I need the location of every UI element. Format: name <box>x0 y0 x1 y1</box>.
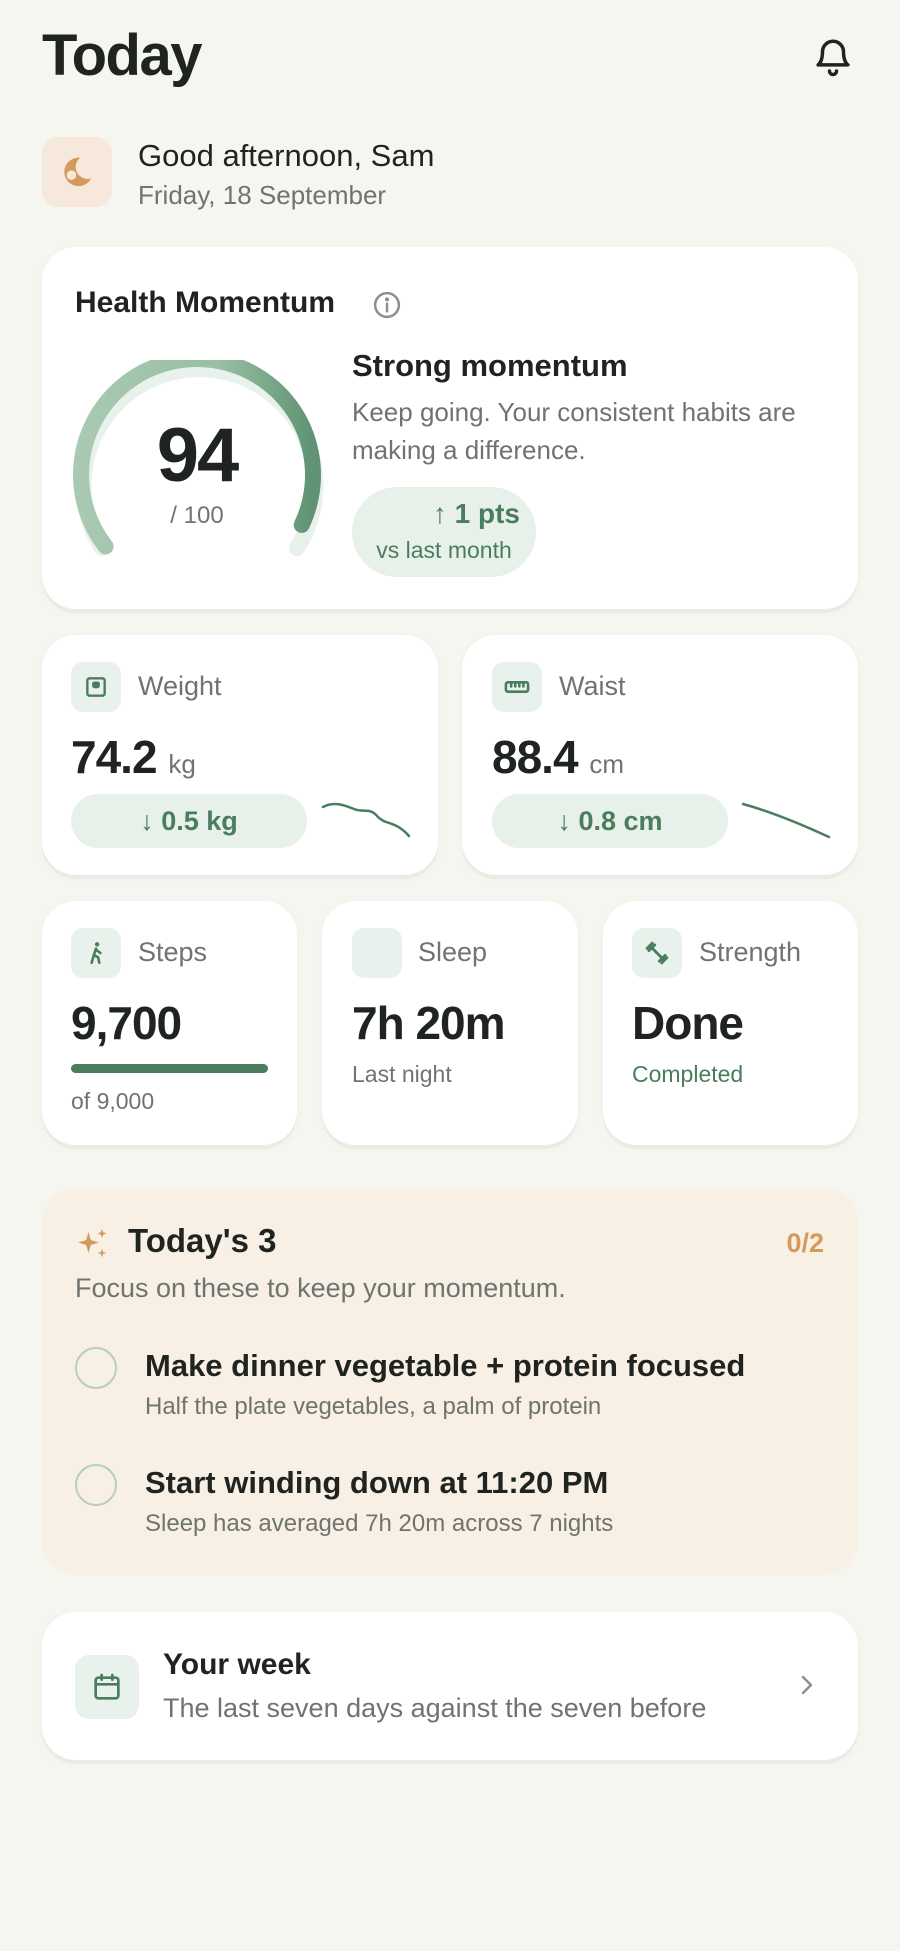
page-title: Today <box>42 23 203 88</box>
sleep-value: 7h 20m <box>352 997 506 1049</box>
sleep-sub: Last night <box>352 1061 452 1087</box>
waist-change: ↓ 0.8 cm <box>492 794 728 848</box>
weight-value: 74.2 kg <box>71 731 196 783</box>
strength-icon-box <box>632 928 682 978</box>
steps-icon-box <box>71 928 121 978</box>
momentum-score: 94 <box>156 413 240 498</box>
steps-sub: of 9,000 <box>71 1088 155 1114</box>
task-title[interactable]: Make dinner vegetable + protein focused <box>145 1348 745 1384</box>
dumbbell-icon <box>645 941 669 965</box>
waist-unit: cm <box>589 749 624 779</box>
task-sub: Sleep has averaged 7h 20m across 7 night… <box>145 1510 614 1537</box>
calendar-icon <box>94 1673 120 1700</box>
greeting-text: Good afternoon, Sam <box>138 138 435 173</box>
weight-label: Weight <box>138 671 222 701</box>
waist-sparkline <box>741 802 831 839</box>
week-sub: The last seven days against the seven be… <box>163 1693 707 1723</box>
task-sub: Half the plate vegetables, a palm of pro… <box>145 1393 602 1420</box>
health-momentum-title: Health Momentum <box>75 286 336 319</box>
momentum-status-title: Strong momentum <box>352 348 628 383</box>
steps-value: 9,700 <box>71 997 182 1049</box>
focus-count: 0/2 <box>786 1228 824 1258</box>
weight-unit: kg <box>168 749 196 779</box>
momentum-trend-value: ↑ 1 pts <box>432 498 520 529</box>
info-icon[interactable] <box>372 290 402 320</box>
sparkle-icon <box>78 1229 107 1258</box>
focus-desc: Focus on these to keep your momentum. <box>75 1273 566 1303</box>
week-icon-box <box>75 1655 139 1719</box>
ruler-icon <box>504 681 530 693</box>
steps-label: Steps <box>138 937 208 967</box>
weight-sparkline <box>321 802 411 838</box>
scale-icon <box>86 677 106 697</box>
steps-progress-fill <box>71 1064 268 1073</box>
greeting-avatar <box>42 137 112 207</box>
task-checkbox[interactable] <box>75 1347 117 1389</box>
waist-label: Waist <box>559 671 626 701</box>
strength-label: Strength <box>699 937 802 967</box>
momentum-trend-label: vs last month <box>376 537 512 563</box>
sleep-icon-box <box>352 928 402 978</box>
chevron-right-icon[interactable] <box>795 1672 819 1698</box>
waist-icon-box <box>492 662 542 712</box>
weight-icon-box <box>71 662 121 712</box>
momentum-status-desc: Keep going. Your consistent habits are m… <box>352 397 796 465</box>
weight-change: ↓ 0.5 kg <box>71 794 307 848</box>
your-week-card[interactable] <box>42 1612 858 1760</box>
strength-value: Done <box>632 997 744 1049</box>
waist-value: 88.4 cm <box>492 731 624 783</box>
walking-icon <box>90 942 102 965</box>
momentum-score-max: / 100 <box>170 502 224 529</box>
strength-sub: Completed <box>632 1061 744 1087</box>
focus-title: Today's 3 <box>128 1222 277 1259</box>
task-checkbox[interactable] <box>75 1464 117 1506</box>
task-title[interactable]: Start winding down at 11:20 PM <box>145 1465 608 1501</box>
sleep-label: Sleep <box>418 937 488 967</box>
week-title: Your week <box>163 1648 311 1681</box>
steps-progress-track <box>71 1064 268 1073</box>
moon-icon <box>64 157 92 187</box>
bell-icon[interactable] <box>812 36 854 78</box>
greeting-date: Friday, 18 September <box>138 180 387 210</box>
moon-icon <box>370 943 381 963</box>
